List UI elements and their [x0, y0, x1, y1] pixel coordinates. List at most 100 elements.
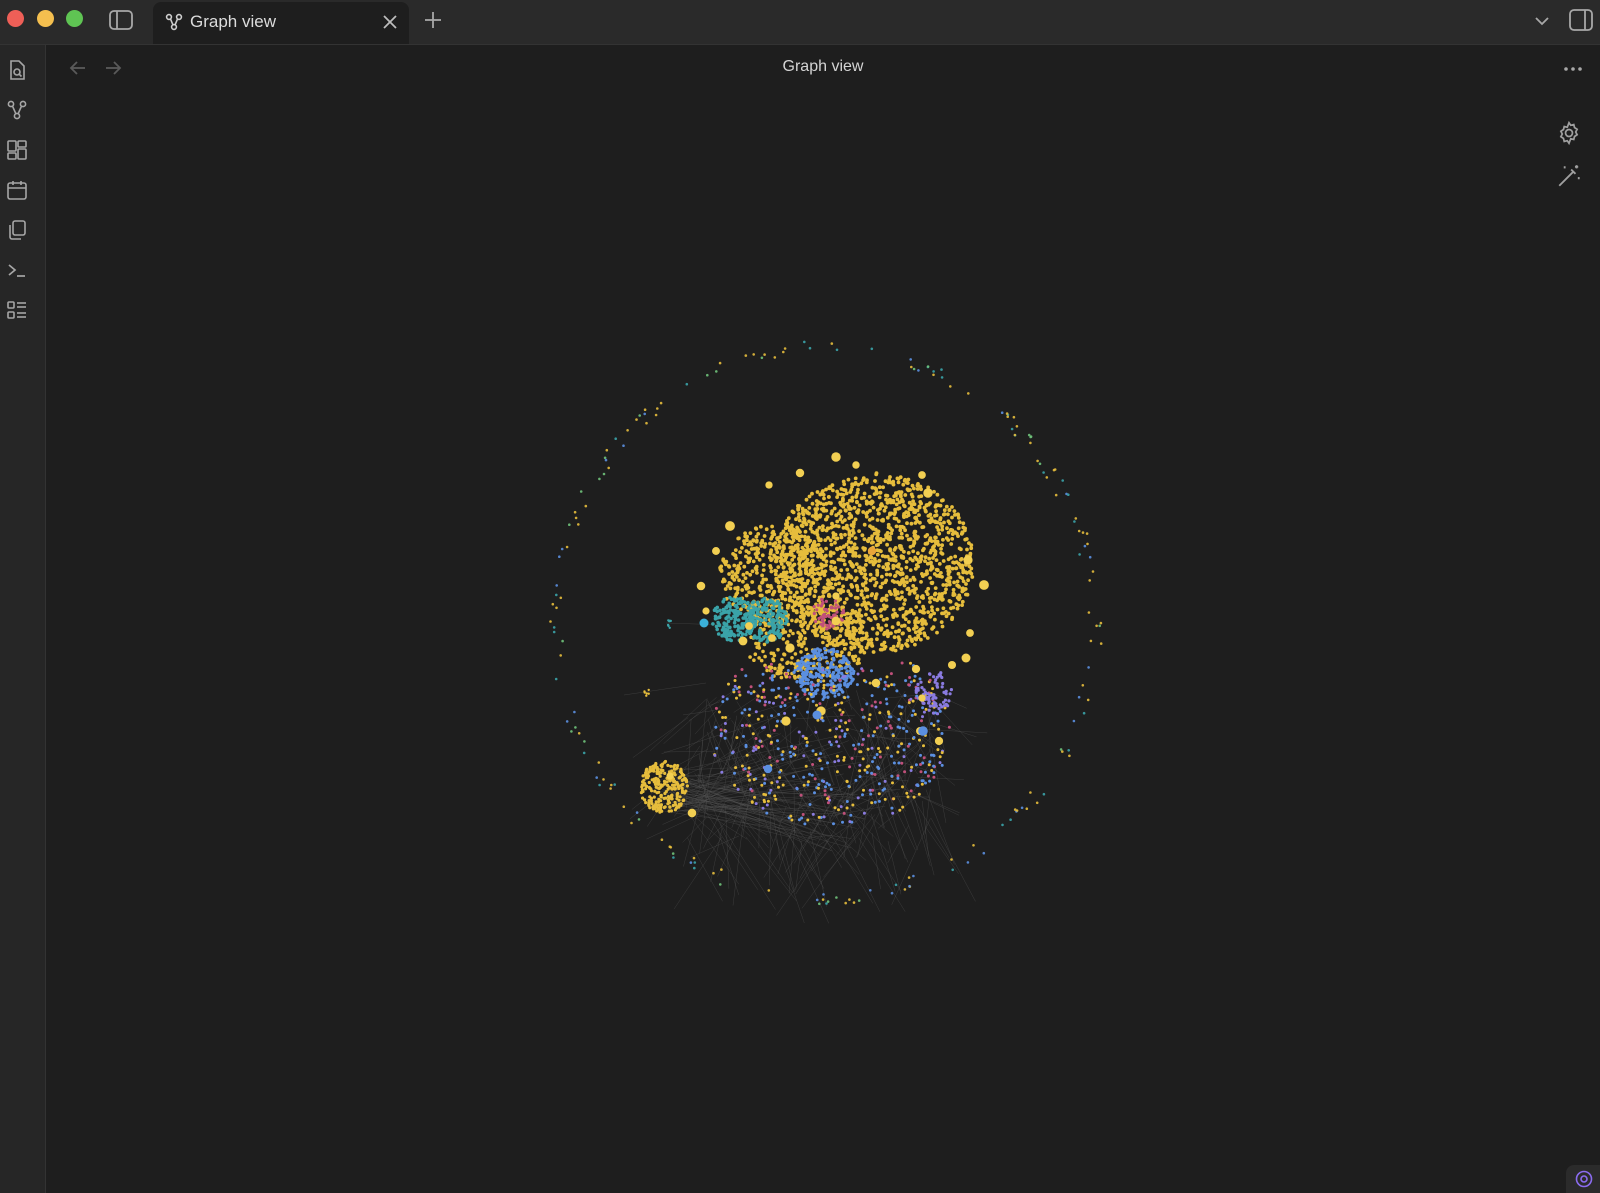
graph-node	[760, 606, 765, 610]
graph-node	[654, 413, 658, 417]
graph-node	[815, 507, 820, 511]
graph-node	[1029, 791, 1032, 794]
graph-node	[829, 542, 834, 547]
graph-node	[763, 353, 766, 356]
graph-node	[824, 608, 829, 612]
graph-node	[853, 546, 857, 550]
graph-node	[861, 737, 865, 741]
copy-icon[interactable]	[6, 219, 28, 241]
graph-node	[756, 603, 761, 607]
graph-node	[797, 572, 801, 577]
graph-node	[846, 589, 851, 594]
graph-node	[635, 811, 639, 814]
graph-node	[846, 549, 851, 554]
graph-node	[798, 530, 802, 534]
graph-node	[939, 547, 943, 551]
graph-node	[827, 626, 831, 630]
graph-node	[795, 468, 805, 478]
graph-canvas[interactable]	[46, 93, 1600, 1193]
graph-node	[908, 607, 913, 612]
graph-node	[720, 770, 724, 774]
sidebar-toggle-icon[interactable]	[108, 9, 134, 31]
graph-node	[754, 802, 758, 806]
graph-node	[677, 776, 681, 780]
graph-node	[768, 756, 772, 759]
chevron-down-icon[interactable]	[1532, 11, 1552, 31]
graph-node	[887, 712, 891, 716]
graph-node	[783, 621, 788, 626]
graph-node	[746, 774, 750, 778]
graph-node	[791, 538, 796, 543]
graph-node	[815, 608, 819, 612]
graph-node	[813, 777, 817, 781]
graph-node	[737, 578, 741, 583]
graph-node	[666, 763, 670, 768]
graph-node	[909, 680, 913, 684]
graph-node	[735, 696, 738, 700]
graph-node	[827, 783, 831, 787]
graph-node	[763, 800, 766, 804]
graph-node	[930, 581, 934, 586]
graph-node	[888, 547, 892, 551]
graph-node	[960, 599, 965, 604]
graph-node	[847, 719, 851, 723]
graph-node	[745, 538, 749, 543]
graph-node	[777, 785, 780, 789]
graph-node	[885, 675, 889, 679]
graph-node	[1095, 624, 1098, 628]
magic-wand-icon[interactable]	[1556, 163, 1582, 189]
graph-node	[666, 802, 670, 806]
graph-node	[871, 525, 875, 530]
tab-graph-view[interactable]: Graph view	[153, 2, 409, 44]
graph-node	[816, 571, 820, 575]
graph-node	[730, 574, 735, 579]
close-window-button[interactable]	[7, 10, 24, 27]
quick-switcher-icon[interactable]	[6, 59, 28, 81]
new-tab-icon[interactable]	[422, 9, 444, 31]
graph-node	[1081, 684, 1085, 687]
graph-node	[873, 479, 877, 483]
graph-edge	[832, 797, 873, 818]
graph-icon[interactable]	[6, 99, 28, 121]
graph-node	[956, 534, 960, 538]
graph-node	[831, 531, 836, 535]
graph-node	[921, 604, 925, 609]
graph-node	[902, 623, 907, 628]
graph-node	[758, 739, 762, 743]
graph-node	[737, 690, 741, 694]
graph-node	[929, 566, 934, 571]
graph-node	[800, 681, 805, 685]
graph-node	[835, 636, 840, 641]
graph-node	[792, 713, 796, 717]
graph-node	[922, 701, 926, 706]
settings-gear-icon[interactable]	[1556, 120, 1582, 146]
graph-node	[841, 710, 845, 714]
graph-node	[835, 754, 839, 758]
graph-node	[790, 744, 794, 748]
graph-node	[821, 719, 825, 723]
close-tab-icon[interactable]	[381, 13, 399, 31]
graph-node	[874, 491, 879, 496]
right-sidebar-toggle-icon[interactable]	[1568, 8, 1594, 32]
list-icon[interactable]	[6, 299, 28, 321]
graph-node	[831, 643, 836, 647]
terminal-icon[interactable]	[6, 259, 28, 281]
graph-node	[754, 737, 758, 740]
graph-edge	[720, 823, 776, 910]
graph-node	[961, 653, 971, 663]
graph-node	[890, 579, 895, 583]
target-icon[interactable]	[1575, 1170, 1593, 1188]
graph-node	[878, 490, 883, 495]
calendar-icon[interactable]	[6, 179, 28, 201]
graph-node	[899, 531, 904, 536]
minimize-window-button[interactable]	[37, 10, 54, 27]
zoom-window-button[interactable]	[66, 10, 83, 27]
graph-node	[905, 638, 910, 643]
more-options-icon[interactable]	[1562, 58, 1586, 80]
graph-node	[818, 702, 822, 706]
graph-node	[818, 538, 823, 543]
graph-node	[808, 803, 812, 806]
canvas-icon[interactable]	[6, 139, 28, 161]
graph-node	[788, 629, 793, 633]
graph-node	[784, 582, 789, 587]
